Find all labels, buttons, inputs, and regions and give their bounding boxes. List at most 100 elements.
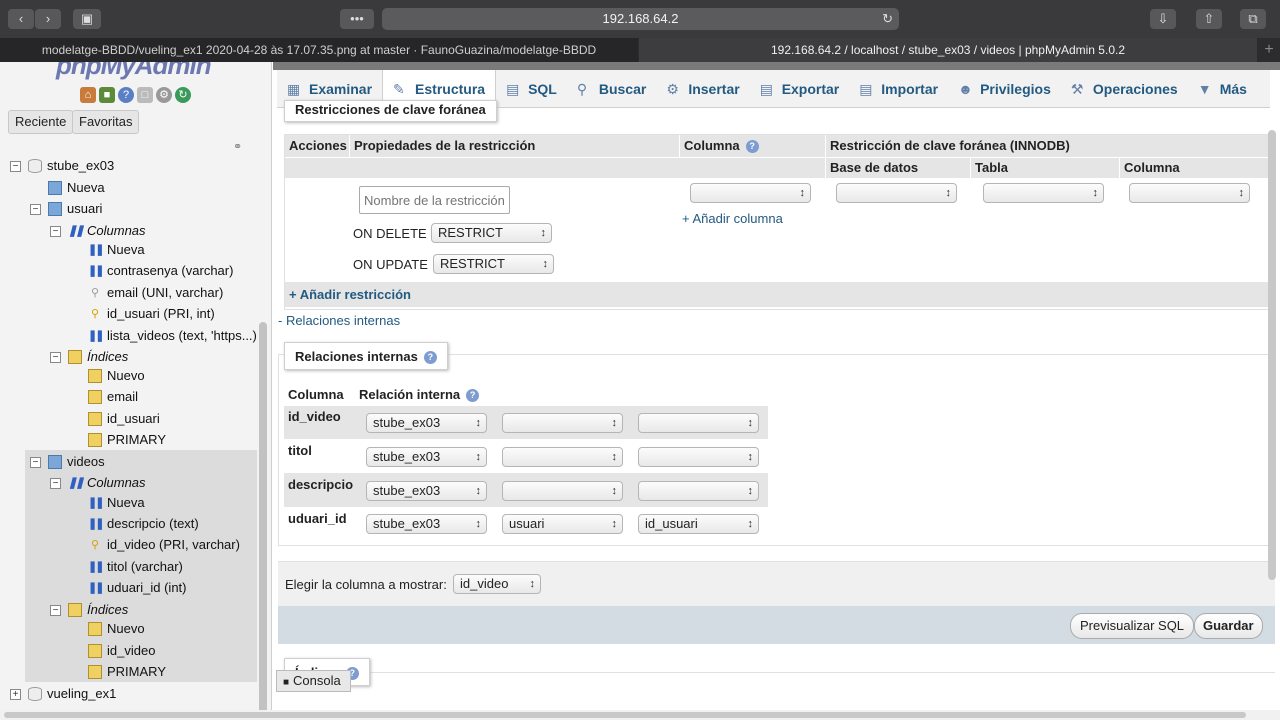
header-column: Columna?	[680, 135, 825, 157]
relation-table-select[interactable]	[502, 481, 623, 501]
usuari-column[interactable]: ❚❚ contrasenya (varchar)	[88, 261, 233, 281]
on-delete-select[interactable]: RESTRICT	[431, 223, 552, 243]
relation-table-select[interactable]	[502, 447, 623, 467]
relation-db-select[interactable]: stube_ex03	[366, 481, 487, 501]
tab-insertar[interactable]: ⚙ Insertar	[656, 70, 749, 108]
save-button[interactable]: Guardar	[1194, 613, 1263, 639]
relation-column-select[interactable]: id_usuari	[638, 514, 759, 534]
usuari-column[interactable]: ⚲ id_usuari (PRI, int)	[88, 304, 215, 324]
sidebar-toggle-icon[interactable]: ▣	[73, 9, 101, 29]
table-usuari[interactable]: usuari	[48, 199, 102, 219]
logout-icon[interactable]: ■	[99, 87, 115, 103]
add-constraint-link[interactable]: + Añadir restricción	[285, 282, 1270, 307]
tabs-overview-icon[interactable]: ⧉	[1240, 9, 1266, 29]
db-vueling-ex1[interactable]: vueling_ex1	[28, 684, 116, 704]
relation-db-select[interactable]: stube_ex03	[366, 514, 487, 534]
tab-operaciones[interactable]: ⚒ Operaciones	[1061, 70, 1188, 108]
relation-column-select[interactable]	[638, 447, 759, 467]
usuari-columns-folder[interactable]: ❚❚ Columnas	[68, 221, 146, 241]
preview-sql-button[interactable]: Previsualizar SQL	[1070, 613, 1195, 639]
usuari-new-index[interactable]: Nuevo	[88, 366, 145, 386]
videos-column[interactable]: ❚❚ descripcio (text)	[88, 514, 199, 534]
tab-privilegios[interactable]: ☻ Privilegios	[948, 70, 1061, 108]
constraint-name-input[interactable]	[359, 186, 510, 214]
recent-button[interactable]: Reciente	[8, 110, 74, 134]
relation-column-select[interactable]	[638, 481, 759, 501]
console-tab[interactable]: ■ Consola	[276, 670, 351, 692]
videos-column[interactable]: ❚❚ uduari_id (int)	[88, 578, 187, 598]
settings-icon[interactable]: ⚙	[156, 87, 172, 103]
help-icon[interactable]: ?	[466, 389, 480, 403]
db-stube-ex03[interactable]: stube_ex03	[28, 156, 114, 176]
horizontal-scroll-thumb[interactable]	[4, 712, 1246, 718]
address-bar[interactable]: 192.168.64.2 ↻	[382, 8, 899, 30]
relation-table-select[interactable]	[502, 413, 623, 433]
refresh-icon[interactable]: ↻	[175, 87, 191, 103]
on-update-select[interactable]: RESTRICT	[433, 254, 554, 274]
reload-icon[interactable]: ↻	[882, 8, 893, 30]
download-icon[interactable]: ⇩	[1150, 9, 1176, 29]
favorites-button[interactable]: Favoritas	[72, 110, 140, 134]
videos-column[interactable]: ❚❚ titol (varchar)	[88, 557, 183, 577]
fk-database-select[interactable]	[836, 183, 957, 203]
tab-mas[interactable]: ▼ Más	[1188, 70, 1257, 108]
collapse-columns-icon[interactable]: −	[50, 478, 61, 489]
share-icon[interactable]: ⇧	[1196, 9, 1222, 29]
relation-db-select[interactable]: stube_ex03	[366, 413, 487, 433]
videos-columns-folder[interactable]: ❚❚ Columnas	[68, 473, 146, 493]
usuari-index[interactable]: email	[88, 387, 138, 407]
tab-sql[interactable]: ▤ SQL	[496, 70, 567, 108]
new-table-item[interactable]: Nueva	[48, 178, 105, 198]
help-icon[interactable]: ?	[745, 140, 759, 154]
help-icon[interactable]: ?	[423, 351, 437, 365]
usuari-index[interactable]: PRIMARY	[88, 430, 166, 450]
relation-column-select[interactable]	[638, 413, 759, 433]
fk-table-select[interactable]	[983, 183, 1104, 203]
main-scrollbar[interactable]	[1268, 130, 1276, 580]
tab-exportar[interactable]: ▤ Exportar	[750, 70, 850, 108]
fk-column-select[interactable]	[690, 183, 811, 203]
collapse-indexes-icon[interactable]: −	[50, 352, 61, 363]
fk-ref-column-select[interactable]	[1129, 183, 1250, 203]
videos-indexes-folder[interactable]: Índices	[68, 600, 128, 620]
display-column-select[interactable]: id_video	[453, 574, 541, 594]
videos-new-index[interactable]: Nuevo	[88, 619, 145, 639]
more-icon[interactable]: •••	[340, 9, 374, 29]
new-tab-button[interactable]: +	[1258, 38, 1280, 62]
videos-new-column[interactable]: ❚❚ Nueva	[88, 493, 145, 513]
expand-db-icon[interactable]: +	[10, 689, 21, 700]
internal-relations-toggle[interactable]: - Relaciones internas	[278, 313, 400, 328]
new-index-icon	[88, 369, 102, 383]
logo[interactable]: phpMyAdmin	[56, 62, 212, 81]
collapse-columns-icon[interactable]: −	[50, 226, 61, 237]
usuari-indexes-folder[interactable]: Índices	[68, 347, 128, 367]
browser-tab-github[interactable]: modelatge-BBDD/vueling_ex1 2020-04-28 às…	[0, 38, 638, 62]
videos-index[interactable]: id_video	[88, 641, 155, 661]
horizontal-scrollbar[interactable]	[0, 710, 1280, 720]
usuari-index[interactable]: id_usuari	[88, 409, 160, 429]
relation-db-select[interactable]: stube_ex03	[366, 447, 487, 467]
help-icon[interactable]: ?	[118, 87, 134, 103]
tab-importar[interactable]: ▤ Importar	[849, 70, 948, 108]
back-button[interactable]: ‹	[8, 9, 34, 29]
sidebar-scrollbar[interactable]	[259, 322, 267, 710]
table-videos[interactable]: videos	[48, 452, 105, 472]
usuari-new-column[interactable]: ❚❚ Nueva	[88, 240, 145, 260]
home-icon[interactable]: ⌂	[80, 87, 96, 103]
forward-button[interactable]: ›	[35, 9, 61, 29]
link-icon[interactable]: ⚭	[233, 140, 242, 153]
usuari-column[interactable]: ❚❚ lista_videos (text, 'https...)	[88, 326, 257, 346]
relation-table-select[interactable]: usuari	[502, 514, 623, 534]
collapse-indexes-icon[interactable]: −	[50, 605, 61, 616]
internal-legend: Relaciones internas?	[284, 342, 448, 370]
browser-tab-phpmyadmin[interactable]: 192.168.64.2 / localhost / stube_ex03 / …	[639, 38, 1257, 62]
usuari-column[interactable]: ⚲ email (UNI, varchar)	[88, 283, 223, 303]
collapse-usuari-icon[interactable]: −	[30, 204, 41, 215]
videos-index[interactable]: PRIMARY	[88, 662, 166, 682]
collapse-videos-icon[interactable]: −	[30, 457, 41, 468]
docs-icon[interactable]: □	[137, 87, 153, 103]
tab-buscar[interactable]: ⚲ Buscar	[567, 70, 656, 108]
videos-column[interactable]: ⚲ id_video (PRI, varchar)	[88, 535, 240, 555]
collapse-db-icon[interactable]: −	[10, 161, 21, 172]
add-column-link[interactable]: + Añadir columna	[682, 211, 783, 226]
